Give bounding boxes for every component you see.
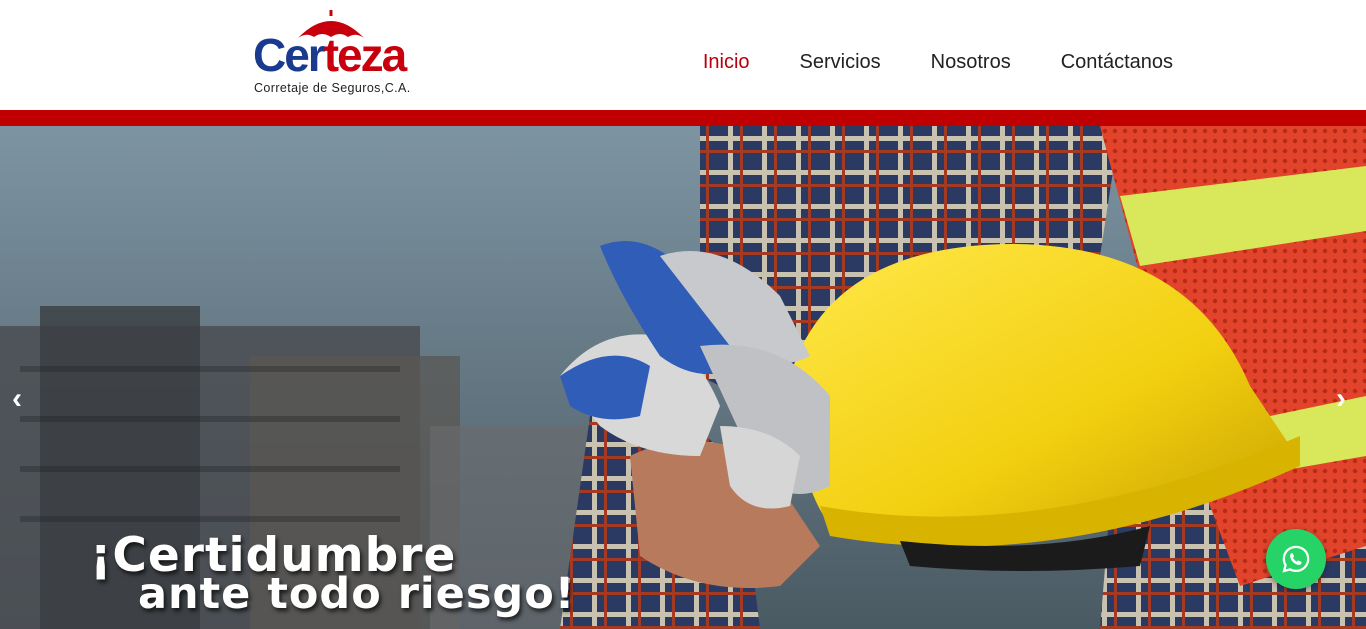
brand-name-part1: Cer xyxy=(253,29,326,81)
header-divider xyxy=(0,110,1366,126)
site-header: Certeza Corretaje de Seguros,C.A. Inicio… xyxy=(0,0,1366,110)
nav-item-contactanos[interactable]: Contáctanos xyxy=(1061,51,1173,74)
carousel-prev-arrow[interactable]: ‹ xyxy=(12,384,22,414)
carousel-next-arrow[interactable]: › xyxy=(1336,384,1346,414)
whatsapp-icon xyxy=(1282,545,1310,573)
main-nav: Inicio Servicios Nosotros Contáctanos xyxy=(703,51,1173,74)
nav-item-servicios[interactable]: Servicios xyxy=(800,51,881,74)
nav-item-inicio[interactable]: Inicio xyxy=(703,51,750,74)
whatsapp-chat-button[interactable] xyxy=(1266,529,1326,589)
nav-item-nosotros[interactable]: Nosotros xyxy=(931,51,1011,74)
hero-slogan-line2: ante todo riesgo! xyxy=(138,569,576,619)
hero-carousel: ‹ › ¡Certidumbre ante todo riesgo! xyxy=(0,126,1366,629)
brand-wordmark: Certeza xyxy=(253,29,407,81)
brand-name-part2: teza xyxy=(323,29,407,81)
brand-tagline: Corretaje de Seguros,C.A. xyxy=(254,81,411,95)
logo[interactable]: Certeza Corretaje de Seguros,C.A. xyxy=(250,10,425,100)
